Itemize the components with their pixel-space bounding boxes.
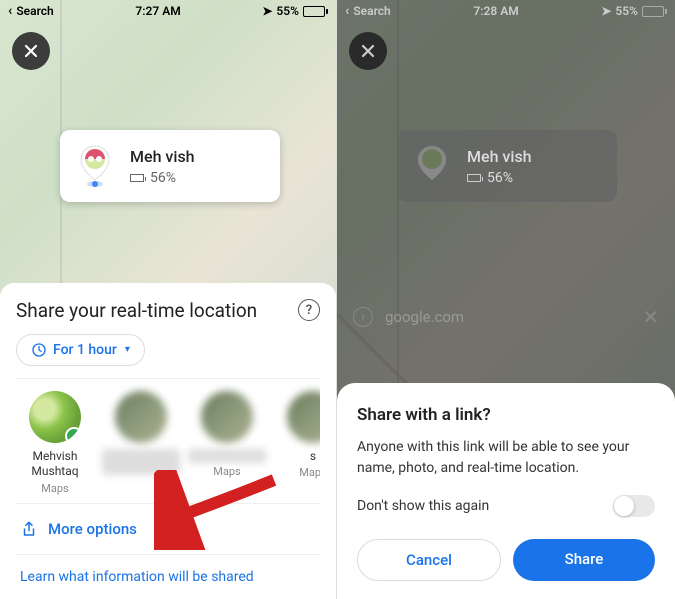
small-battery-icon [130,174,144,182]
more-options-button[interactable]: More options [16,503,320,554]
status-time: 7:28 AM [473,4,518,18]
contact-avatar [201,391,253,443]
back-caret-icon[interactable]: ‹ [8,3,12,19]
status-back-label[interactable]: Search [353,4,390,18]
status-back-label[interactable]: Search [16,4,53,18]
screen-left: ‹ Search 7:27 AM ➤ 55% [0,0,337,599]
dialog-title: Share with a link? [357,405,655,425]
contact-name: s [274,449,320,465]
chevron-down-icon: ▾ [125,344,130,355]
sheet-title: Share your real-time location [16,299,257,322]
dont-show-toggle[interactable] [613,495,655,517]
contact-sub: Maps [274,466,320,479]
duration-chip[interactable]: For 1 hour ▾ [16,334,145,366]
location-battery: 56% [150,170,176,186]
contact-avatar [115,391,167,443]
contact-avatar [287,391,320,443]
location-card: Meh vish 56% [397,130,617,202]
contact-name: Mehvish Mushtaq [16,449,94,480]
location-pin-icon [74,145,116,187]
status-time: 7:27 AM [135,4,180,18]
close-icon[interactable]: ✕ [642,305,659,329]
help-icon[interactable]: ? [298,299,320,321]
close-button[interactable] [12,32,50,70]
contact-item[interactable]: Mehvish Mushtaq Maps [16,391,94,495]
close-button[interactable] [349,32,387,70]
battery-icon [642,6,667,17]
location-name: Meh vish [467,147,603,166]
contact-item[interactable]: Maps [188,391,266,495]
more-options-label: More options [48,520,137,538]
contacts-row[interactable]: Mehvish Mushtaq Maps Maps s Maps [16,378,320,503]
contact-item[interactable] [102,391,180,495]
contact-name [188,449,266,463]
location-card[interactable]: Meh vish 56% [60,130,280,202]
screen-right: ‹ Search 7:28 AM ➤ 55% Meh vish 56% [337,0,675,599]
battery-percent: 55% [276,4,299,18]
status-bar: ‹ Search 7:27 AM ➤ 55% [0,0,336,22]
share-sheet: Share your real-time location ? For 1 ho… [0,283,336,599]
maps-badge-icon [61,423,81,443]
status-bar: ‹ Search 7:28 AM ➤ 55% [337,0,675,22]
share-link-dialog: Share with a link? Anyone with this link… [337,383,675,599]
contact-name [102,449,180,475]
back-caret-icon[interactable]: ‹ [345,3,349,19]
duration-label: For 1 hour [53,342,117,358]
url-bar: google.com ✕ [337,295,675,339]
battery-icon [303,6,328,17]
contact-avatar [29,391,81,443]
contact-sub: Maps [16,482,94,495]
location-pin-icon [411,145,453,187]
compass-icon [353,307,373,327]
location-arrow-icon: ➤ [601,4,611,18]
contact-item[interactable]: s Maps [274,391,320,495]
cancel-button[interactable]: Cancel [357,539,501,581]
location-battery: 56% [487,170,513,186]
location-arrow-icon: ➤ [262,4,272,18]
learn-link[interactable]: Learn what information will be shared [16,554,320,599]
url-text: google.com [385,308,630,326]
small-battery-icon [467,174,481,182]
battery-percent: 55% [615,4,638,18]
contact-sub: Maps [188,465,266,478]
clock-icon [31,342,47,358]
share-icon [20,520,38,538]
share-button[interactable]: Share [513,539,655,581]
dialog-body: Anyone with this link will be able to se… [357,437,655,479]
dont-show-label: Don't show this again [357,498,489,514]
location-name: Meh vish [130,147,266,166]
